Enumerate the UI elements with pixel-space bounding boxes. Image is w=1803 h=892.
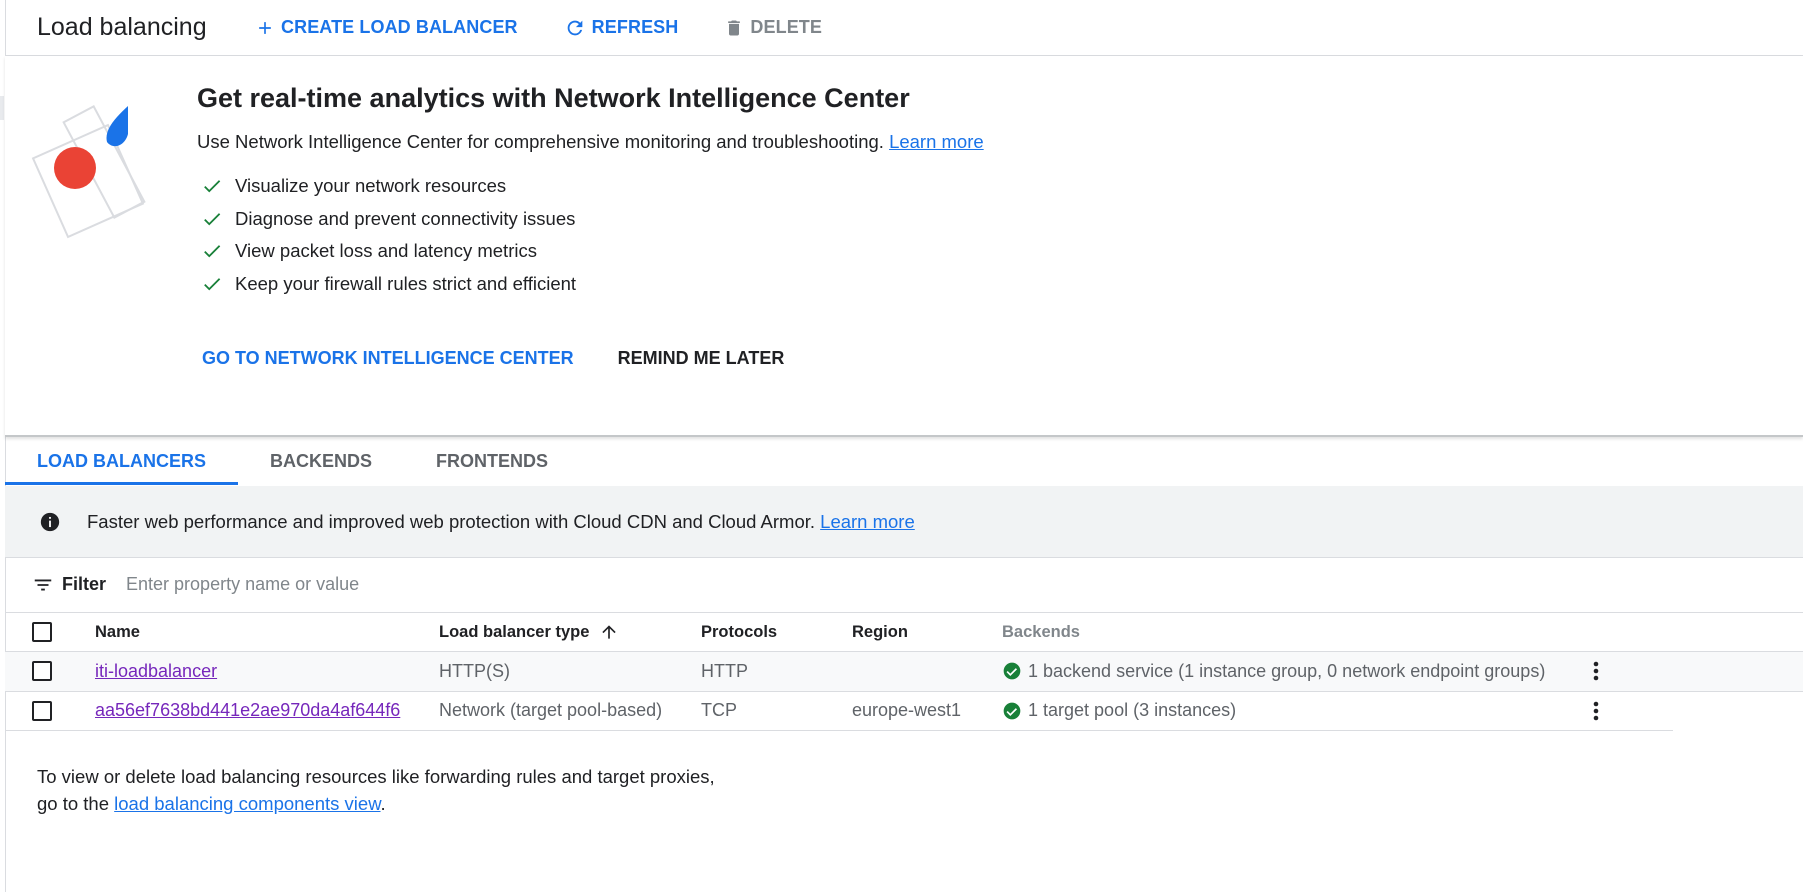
info-banner-text: Faster web performance and improved web … [87, 510, 816, 532]
checklist-item-label: Visualize your network resources [235, 175, 507, 197]
info-icon [39, 511, 61, 533]
tab-bar: LOAD BALANCERS BACKENDS FRONTENDS [5, 437, 1803, 486]
row-protocols-cell: HTTP [701, 660, 748, 681]
column-header-protocols[interactable]: Protocols [701, 623, 852, 642]
arrow-up-icon[interactable] [599, 622, 619, 642]
row-backends-text: 1 target pool (3 instances) [1028, 700, 1237, 721]
filter-icon [34, 579, 52, 590]
promo-actions: GO TO NETWORK INTELLIGENCE CENTER REMIND… [202, 348, 828, 369]
delete-label: DELETE [750, 17, 822, 37]
row-type-cell: HTTP(S) [439, 660, 510, 681]
column-header-region[interactable]: Region [852, 623, 1002, 642]
load-balancer-name-link[interactable]: aa56ef7638bd441e2ae970da4af644f6 [95, 700, 400, 720]
checklist-item: Diagnose and prevent connectivity issues [201, 203, 576, 236]
checklist-item-label: View packet loss and latency metrics [235, 240, 537, 262]
filter-input[interactable] [124, 573, 729, 596]
row-region-cell: europe-west1 [852, 700, 962, 721]
table-row: iti-loadbalancer HTTP(S) HTTP 1 backend … [5, 652, 1803, 692]
left-nav-marker [0, 96, 4, 120]
delete-button[interactable]: DELETE [724, 17, 822, 38]
tab-load-balancers[interactable]: LOAD BALANCERS [5, 437, 238, 485]
row-protocols-cell: TCP [701, 700, 737, 721]
column-header-name[interactable]: Name [95, 623, 439, 642]
tab-frontends[interactable]: FRONTENDS [404, 437, 580, 485]
row-checkbox[interactable] [32, 700, 52, 721]
components-view-link[interactable]: load balancing components view [114, 793, 380, 814]
table-header: Name Load balancer type Protocols Region… [5, 613, 1803, 652]
check-circle-icon [1003, 702, 1021, 720]
checklist-item: View packet loss and latency metrics [201, 235, 576, 268]
refresh-icon [567, 20, 583, 35]
check-icon [204, 212, 221, 226]
row-checkbox[interactable] [32, 661, 52, 682]
refresh-label: REFRESH [591, 17, 679, 37]
column-header-type-label: Load balancer type [439, 622, 590, 641]
info-banner-learn-more-link[interactable]: Learn more [820, 511, 915, 532]
info-banner: Faster web performance and improved web … [5, 486, 1803, 558]
trash-icon [728, 20, 741, 35]
select-all-checkbox[interactable] [32, 622, 52, 642]
column-header-type[interactable]: Load balancer type [439, 622, 701, 642]
components-view-note-end: . [380, 793, 386, 814]
feature-checklist: Visualize your network resources Diagnos… [201, 170, 576, 300]
table-row: aa56ef7638bd441e2ae970da4af644f6 Network… [5, 692, 1673, 731]
row-backends-cell: 1 target pool (3 instances) [1002, 700, 1586, 721]
promo-learn-more-link[interactable]: Learn more [889, 131, 984, 152]
refresh-button[interactable]: REFRESH [564, 17, 679, 39]
checklist-item-label: Keep your firewall rules strict and effi… [235, 272, 577, 294]
row-backends-text: 1 backend service (1 instance group, 0 n… [1028, 660, 1546, 681]
more-vert-icon[interactable] [1586, 699, 1606, 723]
row-backends-cell: 1 backend service (1 instance group, 0 n… [1002, 661, 1586, 682]
filter-label: Filter [62, 574, 107, 594]
promo-title: Get real-time analytics with Network Int… [197, 83, 910, 113]
row-name-cell: aa56ef7638bd441e2ae970da4af644f6 [95, 700, 439, 721]
load-balancers-table: Name Load balancer type Protocols Region… [5, 613, 1803, 731]
page-header: Load balancing CREATE LOAD BALANCER REFR… [5, 0, 1803, 56]
check-icon [204, 245, 221, 258]
components-view-note: To view or delete load balancing resourc… [37, 763, 737, 817]
network-illustration [31, 104, 146, 239]
promo-description: Use Network Intelligence Center for comp… [197, 131, 984, 153]
checklist-item-label: Diagnose and prevent connectivity issues [235, 207, 576, 229]
nic-promo-card: Get real-time analytics with Network Int… [5, 56, 1803, 437]
filter-button[interactable]: Filter [32, 574, 106, 596]
create-load-balancer-button[interactable]: CREATE LOAD BALANCER [255, 17, 518, 38]
filter-bar: Filter [5, 557, 1803, 613]
column-header-backends: Backends [1002, 622, 1080, 641]
plus-icon [259, 21, 271, 34]
check-icon [204, 277, 221, 291]
checklist-item: Visualize your network resources [201, 170, 576, 203]
checklist-item: Keep your firewall rules strict and effi… [201, 268, 576, 301]
remind-me-later-button[interactable]: REMIND ME LATER [618, 348, 785, 369]
load-balancer-name-link[interactable]: iti-loadbalancer [95, 661, 217, 681]
go-to-nic-button[interactable]: GO TO NETWORK INTELLIGENCE CENTER [202, 348, 574, 369]
page-title: Load balancing [37, 13, 207, 41]
row-type-cell: Network (target pool-based) [439, 700, 663, 721]
more-vert-icon[interactable] [1586, 659, 1606, 683]
info-banner-message: Faster web performance and improved web … [87, 511, 915, 533]
row-name-cell: iti-loadbalancer [95, 661, 439, 682]
promo-description-text: Use Network Intelligence Center for comp… [197, 131, 884, 152]
create-load-balancer-label: CREATE LOAD BALANCER [281, 17, 518, 37]
tab-backends[interactable]: BACKENDS [238, 437, 404, 485]
check-circle-icon [1003, 662, 1021, 680]
check-icon [204, 180, 221, 193]
